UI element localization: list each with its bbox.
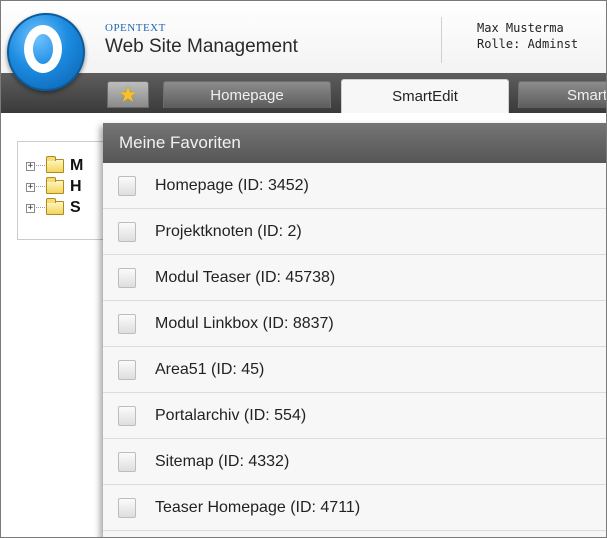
tree-node[interactable]: + H bbox=[26, 177, 82, 196]
page-icon bbox=[118, 360, 136, 380]
folder-icon bbox=[46, 156, 64, 173]
expand-icon[interactable]: + bbox=[26, 182, 35, 192]
tab-homepage[interactable]: Homepage bbox=[163, 81, 331, 108]
favorite-item[interactable]: Homepage (ID: 3452) bbox=[103, 163, 606, 209]
favorite-item-label: Modul Teaser (ID: 45738) bbox=[155, 269, 336, 286]
product-title: Web Site Management bbox=[105, 36, 298, 57]
user-name: Max Musterma bbox=[477, 21, 564, 35]
page-icon bbox=[118, 314, 136, 334]
favorite-item-label: Homepage (ID: 3452) bbox=[155, 177, 309, 194]
favorite-item[interactable]: Projektknoten (ID: 2) bbox=[103, 209, 606, 255]
expand-icon[interactable]: + bbox=[26, 203, 35, 213]
opentext-logo bbox=[7, 13, 85, 91]
folder-icon bbox=[46, 177, 64, 194]
favorite-item[interactable]: Area51 (ID: 45) bbox=[103, 347, 606, 393]
tree-node-label: S bbox=[70, 199, 81, 216]
header-divider bbox=[441, 17, 442, 63]
favorite-item-label: Sitemap (ID: 4332) bbox=[155, 453, 290, 470]
tree-node[interactable]: + S bbox=[26, 198, 81, 217]
logo-o-mark bbox=[24, 25, 62, 73]
tree-node[interactable]: + M bbox=[26, 156, 84, 175]
company-name: OPENTEXT bbox=[105, 22, 166, 34]
page-icon bbox=[118, 268, 136, 288]
favorite-item-label: Teaser Homepage (ID: 4711) bbox=[155, 499, 361, 516]
tree-node-label: H bbox=[70, 178, 82, 195]
tree-connector bbox=[36, 165, 45, 167]
tree-connector bbox=[36, 186, 45, 188]
tab-smartedit[interactable]: SmartEdit bbox=[341, 79, 509, 113]
tab-smart[interactable]: Smart bbox=[518, 81, 606, 108]
expand-icon[interactable]: + bbox=[26, 161, 35, 171]
folder-icon bbox=[46, 198, 64, 215]
user-role: Rolle: Adminst bbox=[477, 37, 579, 51]
page-icon bbox=[118, 498, 136, 518]
favorite-item[interactable]: Modul Teaser (ID: 45738) bbox=[103, 255, 606, 301]
favorite-item-label: Modul Linkbox (ID: 8837) bbox=[155, 315, 334, 332]
tree-connector bbox=[36, 207, 45, 209]
favorite-item-label: Projektknoten (ID: 2) bbox=[155, 223, 302, 240]
page-icon bbox=[118, 176, 136, 196]
page-icon bbox=[118, 406, 136, 426]
app-window: OPENTEXT Web Site Management Max Musterm… bbox=[0, 0, 607, 538]
star-icon: ★ bbox=[118, 81, 138, 107]
favorite-item[interactable]: Portalarchiv (ID: 554) bbox=[103, 393, 606, 439]
app-header: OPENTEXT Web Site Management Max Musterm… bbox=[1, 1, 606, 73]
favorites-button[interactable]: ★ bbox=[107, 81, 149, 108]
favorite-item[interactable]: Teaser Homepage (ID: 4711) bbox=[103, 485, 606, 531]
favorites-dropdown: Meine Favoriten Homepage (ID: 3452) Proj… bbox=[103, 123, 606, 537]
tree-node-label: M bbox=[70, 157, 84, 174]
tab-bar: ★ Homepage SmartEdit Smart bbox=[1, 73, 606, 113]
favorite-item[interactable]: Sitemap (ID: 4332) bbox=[103, 439, 606, 485]
favorites-title: Meine Favoriten bbox=[103, 123, 606, 163]
favorite-item-label: Portalarchiv (ID: 554) bbox=[155, 407, 307, 424]
favorite-item-label: Area51 (ID: 45) bbox=[155, 361, 265, 378]
favorite-item[interactable]: Modul Linkbox (ID: 8837) bbox=[103, 301, 606, 347]
page-icon bbox=[118, 222, 136, 242]
page-icon bbox=[118, 452, 136, 472]
